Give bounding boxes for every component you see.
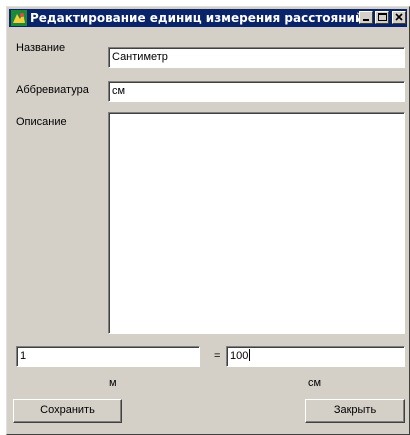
maximize-button[interactable] bbox=[375, 11, 389, 24]
left-unit-label: м bbox=[109, 377, 117, 389]
description-label: Описание bbox=[16, 116, 67, 128]
app-icon bbox=[11, 10, 27, 26]
description-textarea[interactable] bbox=[108, 112, 405, 334]
right-value-text: 100 bbox=[230, 350, 249, 362]
equals-sign: = bbox=[214, 350, 221, 362]
window-title: Редактирование единиц измерения расстоян… bbox=[30, 11, 364, 25]
text-caret bbox=[249, 349, 251, 361]
close-button[interactable]: Закрыть bbox=[305, 399, 405, 423]
left-value-field[interactable]: 1 bbox=[16, 346, 200, 367]
save-button[interactable]: Сохранить bbox=[13, 399, 122, 423]
close-window-button[interactable] bbox=[392, 11, 406, 24]
name-label: Название bbox=[16, 42, 66, 54]
edit-distance-units-dialog: Редактирование единиц измерения расстоян… bbox=[6, 6, 410, 435]
abbreviation-field[interactable]: см bbox=[108, 81, 405, 102]
right-value-field[interactable]: 100 bbox=[226, 346, 405, 367]
minimize-button[interactable] bbox=[359, 11, 373, 24]
name-field[interactable]: Сантиметр bbox=[108, 47, 405, 68]
right-unit-label: см bbox=[308, 377, 322, 389]
abbreviation-label: Аббревиатура bbox=[16, 84, 89, 96]
title-bar[interactable]: Редактирование единиц измерения расстоян… bbox=[9, 9, 407, 27]
